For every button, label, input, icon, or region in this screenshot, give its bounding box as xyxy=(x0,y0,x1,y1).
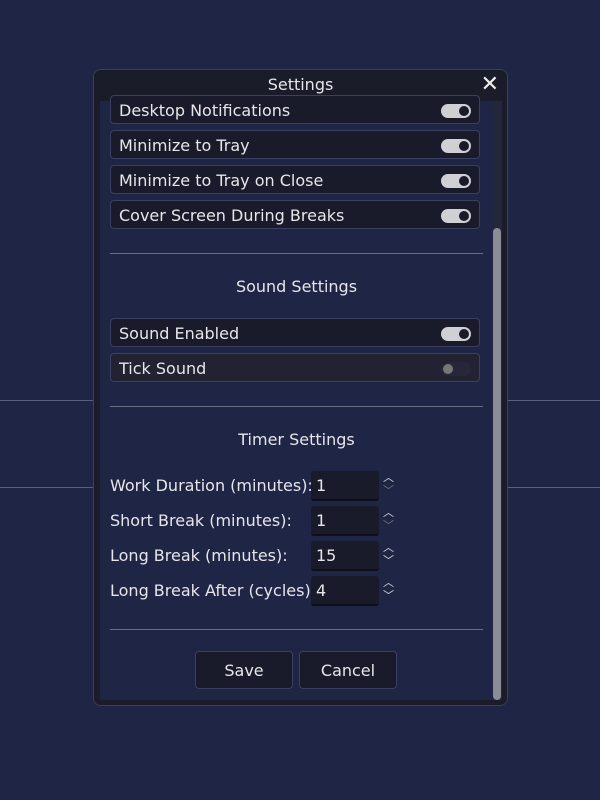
increment-icon[interactable]: ︿ xyxy=(383,542,394,554)
long-break-after-input[interactable]: 4 xyxy=(311,576,379,606)
increment-icon[interactable]: ︿ xyxy=(383,577,394,589)
toggle-row-cover-screen[interactable]: Cover Screen During Breaks xyxy=(110,200,480,229)
cancel-button[interactable]: Cancel xyxy=(299,651,397,689)
toggle-row-tick-sound[interactable]: Tick Sound xyxy=(110,353,480,382)
toggle-switch[interactable] xyxy=(441,174,471,188)
toggle-switch[interactable] xyxy=(441,362,471,376)
sound-settings-heading: Sound Settings xyxy=(235,277,358,296)
settings-dialog: Settings ✕ Desktop Notifications Minimiz… xyxy=(93,69,508,706)
increment-icon[interactable]: ︿ xyxy=(383,507,394,519)
increment-icon[interactable]: ︿ xyxy=(383,472,394,484)
long-break-label: Long Break (minutes): xyxy=(110,546,288,565)
dialog-title: Settings xyxy=(267,75,334,94)
long-break-after-label: Long Break After (cycles): xyxy=(110,581,317,600)
save-button[interactable]: Save xyxy=(195,651,293,689)
work-duration-label: Work Duration (minutes): xyxy=(110,476,313,495)
row-label: Sound Enabled xyxy=(119,324,240,343)
dialog-frame-left xyxy=(94,101,100,705)
row-label: Desktop Notifications xyxy=(119,101,291,120)
row-label: Minimize to Tray on Close xyxy=(119,171,324,190)
work-duration-input[interactable]: 1 xyxy=(311,471,379,501)
dialog-frame-right xyxy=(502,101,507,705)
close-icon[interactable]: ✕ xyxy=(481,70,499,99)
toggle-switch[interactable] xyxy=(441,139,471,153)
divider xyxy=(110,253,483,254)
long-break-input[interactable]: 15 xyxy=(311,541,379,571)
decrement-icon[interactable]: ﹀ xyxy=(383,555,394,567)
toggle-row-sound-enabled[interactable]: Sound Enabled xyxy=(110,318,480,347)
short-break-label: Short Break (minutes): xyxy=(110,511,292,530)
divider xyxy=(110,406,483,407)
dialog-frame-bottom xyxy=(94,700,507,705)
short-break-input[interactable]: 1 xyxy=(311,506,379,536)
divider xyxy=(110,629,483,630)
scrollbar-thumb[interactable] xyxy=(493,228,501,700)
toggle-row-minimize-to-tray[interactable]: Minimize to Tray xyxy=(110,130,480,159)
toggle-switch[interactable] xyxy=(441,327,471,341)
toggle-row-desktop-notifications[interactable]: Desktop Notifications xyxy=(110,95,480,124)
scrollbar[interactable] xyxy=(493,101,501,700)
decrement-icon[interactable]: ﹀ xyxy=(383,590,394,602)
decrement-icon[interactable]: ﹀ xyxy=(383,520,394,532)
decrement-icon[interactable]: ﹀ xyxy=(383,485,394,497)
row-label: Cover Screen During Breaks xyxy=(119,206,345,225)
row-label: Tick Sound xyxy=(119,359,207,378)
row-label: Minimize to Tray xyxy=(119,136,250,155)
toggle-switch[interactable] xyxy=(441,104,471,118)
timer-settings-heading: Timer Settings xyxy=(238,430,355,449)
toggle-row-minimize-on-close[interactable]: Minimize to Tray on Close xyxy=(110,165,480,194)
toggle-switch[interactable] xyxy=(441,209,471,223)
